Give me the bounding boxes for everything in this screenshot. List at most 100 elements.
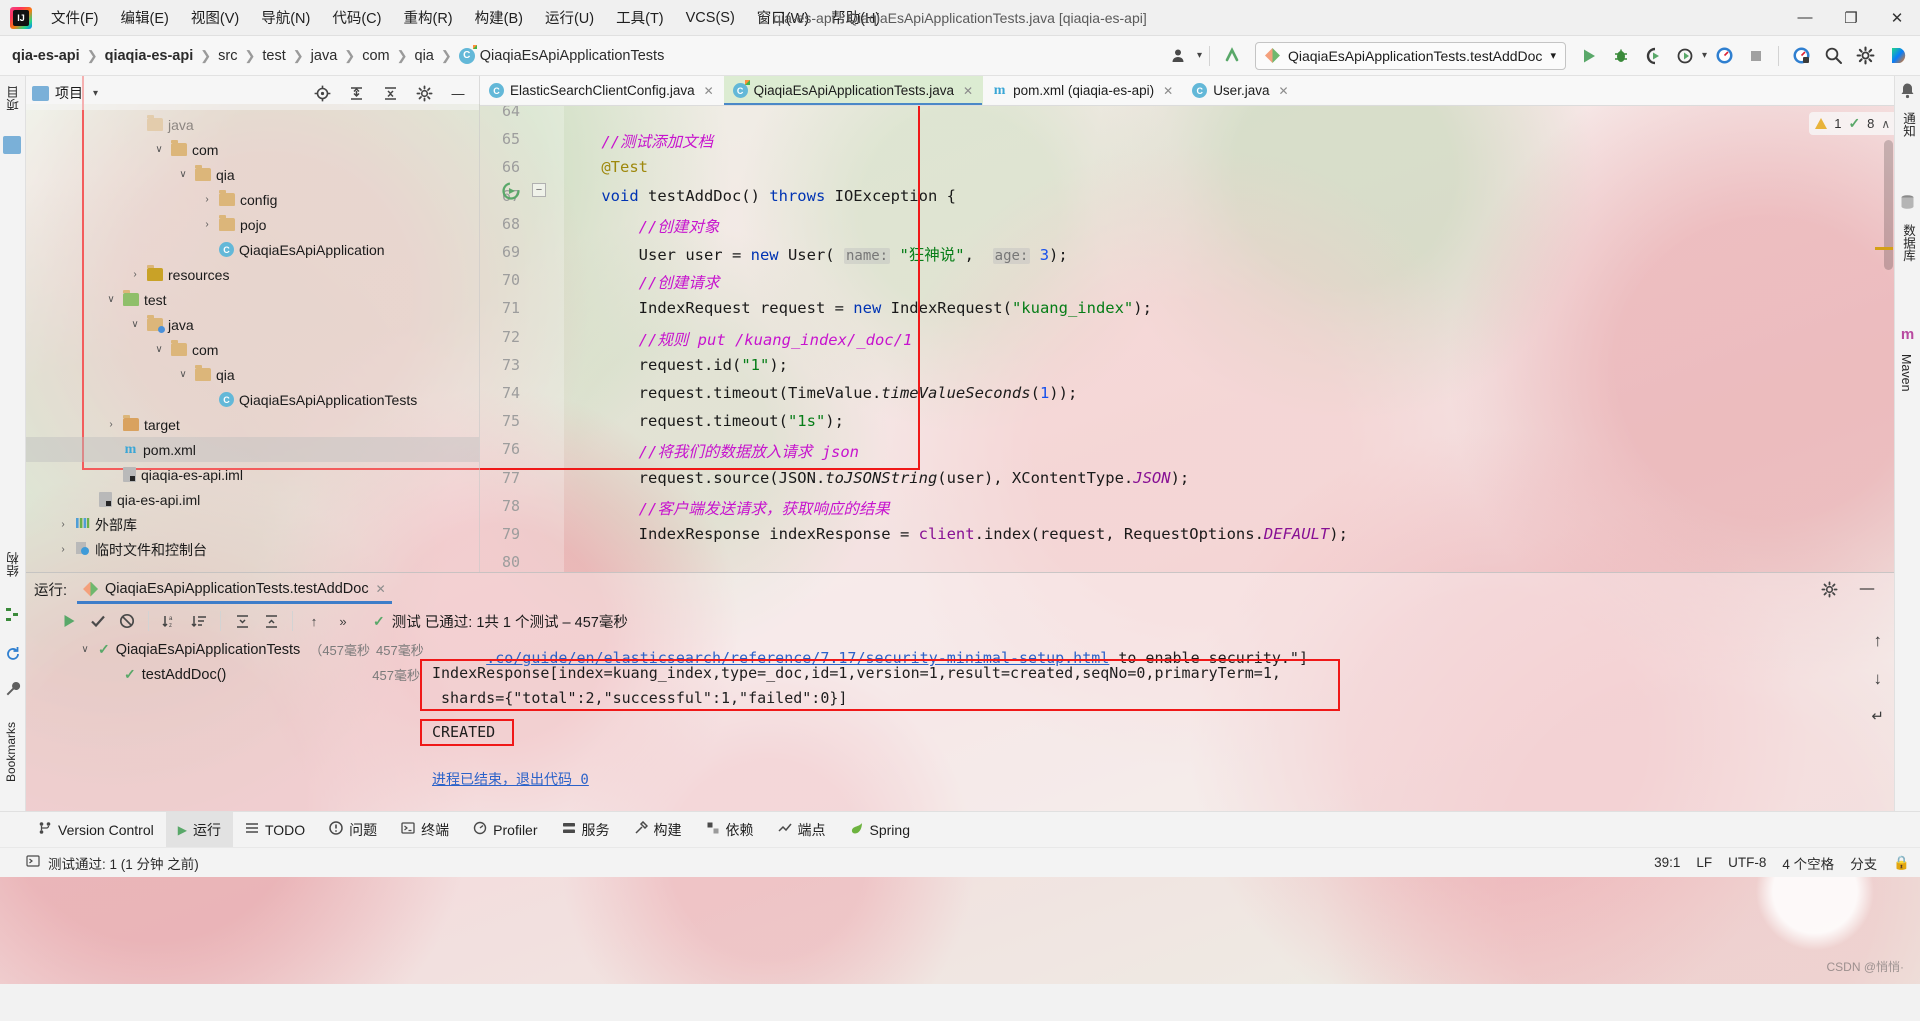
bell-icon[interactable] xyxy=(1899,82,1916,99)
menu-view[interactable]: 视图(V) xyxy=(180,0,250,36)
project-tree-item[interactable]: ∨ qia xyxy=(26,162,479,187)
vcs-update-icon[interactable] xyxy=(1217,41,1247,71)
gear-icon[interactable] xyxy=(1814,574,1844,604)
tool-window-project[interactable]: 项目 xyxy=(4,80,23,117)
tool-window-maven[interactable]: Maven xyxy=(1899,348,1913,398)
editor-code-area[interactable]: //测试添加文档 @Test void testAddDoc() throws … xyxy=(564,106,1894,572)
search-icon[interactable] xyxy=(1818,41,1848,71)
collapse-all-icon[interactable] xyxy=(258,609,284,633)
avatar-chevron-down-icon[interactable]: ▾ xyxy=(1197,50,1202,61)
editor-code-line[interactable]: //将我们的数据放入请求 json xyxy=(564,440,859,462)
breadcrumb-item-class[interactable]: C QiaqiaEsApiApplicationTests xyxy=(458,44,664,64)
bottom-spring[interactable]: Spring xyxy=(838,812,922,848)
project-tree-item[interactable]: › 外部库 xyxy=(26,512,479,537)
maximize-button[interactable]: ❐ xyxy=(1828,0,1874,36)
project-tree-item[interactable]: › 临时文件和控制台 xyxy=(26,537,479,562)
close-icon[interactable]: ✕ xyxy=(1278,84,1288,98)
editor-code-line[interactable]: IndexRequest request = new IndexRequest(… xyxy=(564,299,1152,317)
tree-expand-arrow-icon[interactable]: ∨ xyxy=(152,144,166,155)
tree-expand-arrow-icon[interactable]: › xyxy=(128,269,142,280)
menu-run[interactable]: 运行(U) xyxy=(534,0,605,36)
editor-code-line[interactable]: request.source(JSON.toJSONString(user), … xyxy=(564,469,1190,487)
editor-tab-userjava[interactable]: C User.java ✕ xyxy=(1183,76,1298,105)
prev-highlight-icon[interactable]: ∧ xyxy=(1881,117,1890,131)
bottom-terminal[interactable]: 终端 xyxy=(389,812,461,848)
tree-expand-arrow-icon[interactable]: › xyxy=(200,219,214,230)
project-tree-item[interactable]: qia-es-api.iml xyxy=(26,487,479,512)
test-result-row[interactable]: ∨ ✓ QiaqiaEsApiApplicationTests （457毫秒 457毫秒 xyxy=(78,637,428,662)
wrench-icon[interactable] xyxy=(5,681,21,697)
bottom-todo[interactable]: TODO xyxy=(233,812,317,848)
project-tree-item[interactable]: ∨ test xyxy=(26,287,479,312)
file-encoding[interactable]: UTF-8 xyxy=(1728,855,1766,870)
run-test-gutter-icon[interactable] xyxy=(502,182,520,203)
ide-assistant-icon[interactable] xyxy=(1882,41,1912,71)
project-tree-item[interactable]: ∨ qia xyxy=(26,362,479,387)
bottom-endpoints[interactable]: 端点 xyxy=(766,812,838,848)
tree-expand-arrow-icon[interactable]: › xyxy=(56,544,70,555)
editor-gutter[interactable]: 64 65 66 67 68 69 70 71 72 73 74 75 76 77 78 79 80 xyxy=(480,106,564,572)
project-tree-item[interactable]: ∨ com xyxy=(26,337,479,362)
breadcrumb-item-src[interactable]: src xyxy=(218,48,237,64)
breadcrumb-item-java[interactable]: java xyxy=(311,48,338,64)
indent-setting[interactable]: 4 个空格 xyxy=(1782,853,1834,873)
test-result-row[interactable]: ✓ testAddDoc() 457毫秒 xyxy=(78,662,428,687)
tree-expand-arrow-icon[interactable]: ∨ xyxy=(176,169,190,180)
project-tree-item[interactable]: › pojo xyxy=(26,212,479,237)
tool-window-bookmarks[interactable]: Bookmarks xyxy=(4,716,18,788)
project-tree-item[interactable]: m pom.xml xyxy=(26,437,479,462)
editor-code-line[interactable]: void testAddDoc() throws IOException { xyxy=(564,187,956,205)
project-tree-item[interactable]: C QiaqiaEsApiApplication xyxy=(26,237,479,262)
tree-expand-arrow-icon[interactable]: › xyxy=(56,519,70,530)
run-console[interactable]: .co/guide/en/elasticsearch/reference/7.1… xyxy=(420,631,1830,807)
editor-code-line[interactable]: IndexResponse indexResponse = client.ind… xyxy=(564,525,1348,543)
line-separator[interactable]: LF xyxy=(1696,855,1712,870)
toggle-ignored-tests-button[interactable] xyxy=(114,609,140,633)
menu-window[interactable]: 窗口(W) xyxy=(746,0,820,36)
editor-code-line[interactable]: //测试添加文档 xyxy=(564,130,713,152)
editor-warning-marker[interactable] xyxy=(1875,247,1893,250)
bottom-version-control[interactable]: Version Control xyxy=(26,812,166,848)
scroll-down-icon[interactable]: ↓ xyxy=(1873,669,1882,689)
close-icon[interactable]: ✕ xyxy=(963,84,973,98)
run-with-coverage-button[interactable] xyxy=(1638,41,1668,71)
project-tree-item[interactable]: › target xyxy=(26,412,479,437)
close-icon[interactable]: ✕ xyxy=(1163,84,1173,98)
close-button[interactable]: ✕ xyxy=(1874,0,1920,36)
editor-code-line[interactable]: //规则 put /kuang_index/_doc/1 xyxy=(564,328,913,350)
project-tree-item[interactable]: java xyxy=(26,112,479,137)
menu-edit[interactable]: 编辑(E) xyxy=(110,0,180,36)
vcs-branch[interactable]: 分支 xyxy=(1850,853,1877,873)
run-tab[interactable]: QiaqiaEsApiApplicationTests.testAddDoc ✕ xyxy=(77,574,392,604)
profiler-button[interactable] xyxy=(1670,41,1700,71)
lock-icon[interactable]: 🔒 xyxy=(1893,855,1910,871)
run-dashboard-icon[interactable] xyxy=(1709,41,1739,71)
updates-icon[interactable] xyxy=(1786,41,1816,71)
breadcrumb-item-project[interactable]: qia-es-api xyxy=(12,48,80,64)
expand-all-icon[interactable] xyxy=(341,78,371,108)
tree-expand-arrow-icon[interactable]: ∨ xyxy=(176,369,190,380)
project-tree-item[interactable]: qiaqia-es-api.iml xyxy=(26,462,479,487)
project-tree-item[interactable]: ∨ com xyxy=(26,137,479,162)
tool-window-notifications[interactable]: 通知 xyxy=(1899,106,1918,143)
expand-all-icon[interactable] xyxy=(229,609,255,633)
bottom-run[interactable]: ▶ 运行 xyxy=(165,811,233,848)
menu-tools[interactable]: 工具(T) xyxy=(605,0,675,36)
editor-scrollbar[interactable] xyxy=(1884,140,1893,270)
menu-navigate[interactable]: 导航(N) xyxy=(250,0,321,36)
stop-button[interactable] xyxy=(1741,41,1771,71)
project-tree-item[interactable]: › config xyxy=(26,187,479,212)
tool-window-structure[interactable]: 结构 xyxy=(4,546,23,583)
editor-code-line[interactable]: //创建对象 xyxy=(564,215,720,237)
editor-code-line[interactable]: @Test xyxy=(564,158,648,176)
fold-minus-icon[interactable]: − xyxy=(532,183,546,197)
locate-file-icon[interactable] xyxy=(307,78,337,108)
scroll-up-icon[interactable]: ↑ xyxy=(1873,631,1882,651)
bottom-profiler[interactable]: Profiler xyxy=(461,812,549,848)
gear-icon[interactable] xyxy=(409,78,439,108)
bottom-services[interactable]: 服务 xyxy=(550,812,622,848)
collapse-all-icon[interactable] xyxy=(375,78,405,108)
close-icon[interactable]: ✕ xyxy=(704,84,714,98)
sort-by-duration-icon[interactable] xyxy=(186,609,212,633)
debug-button[interactable] xyxy=(1606,41,1636,71)
